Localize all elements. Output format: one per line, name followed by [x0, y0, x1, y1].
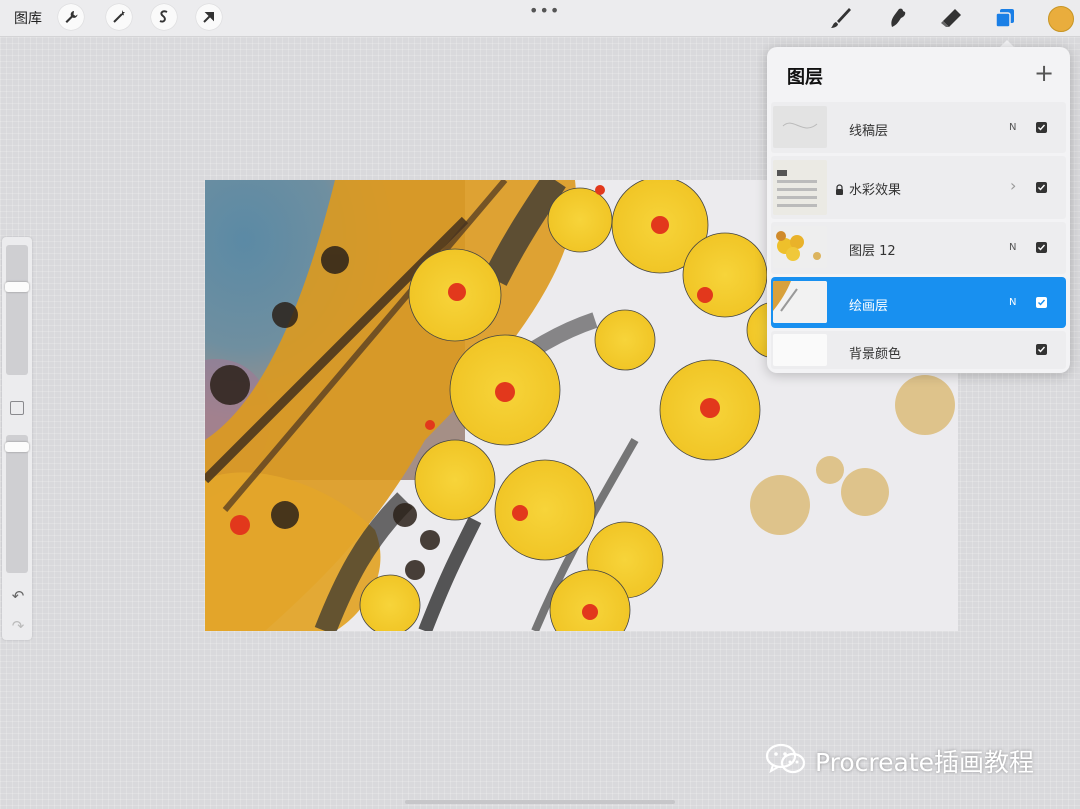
blend-mode-label[interactable]: N [1009, 242, 1016, 253]
layer-thumbnail [773, 160, 827, 215]
layer-group-row[interactable]: 水彩效果 › [771, 156, 1066, 219]
transform-arrow-icon[interactable] [196, 4, 222, 30]
visibility-checkbox[interactable] [1036, 297, 1047, 308]
brush-size-slider[interactable] [6, 245, 28, 375]
brush-size-thumb[interactable] [5, 282, 29, 292]
layers-icon[interactable] [992, 5, 1018, 31]
visibility-checkbox[interactable] [1036, 242, 1047, 253]
selection-s-icon[interactable] [151, 4, 177, 30]
redo-icon[interactable]: ↷ [8, 617, 28, 635]
wechat-icon [765, 742, 807, 780]
blend-mode-label[interactable]: N [1009, 297, 1016, 308]
eraser-icon[interactable] [938, 5, 964, 31]
layer-row[interactable]: 线稿层 N [771, 102, 1066, 153]
panel-title: 图层 [787, 67, 823, 88]
blend-mode-label[interactable]: N [1009, 122, 1016, 133]
watermark: Procreate插画教程 [765, 742, 1035, 780]
layer-thumbnail [773, 106, 827, 148]
undo-icon[interactable]: ↶ [8, 587, 28, 605]
add-layer-button[interactable]: + [1031, 61, 1057, 85]
layer-thumbnail [773, 334, 827, 366]
top-toolbar: 图库 ••• [0, 0, 1080, 37]
wrench-icon[interactable] [58, 4, 84, 30]
layer-row-active[interactable]: 绘画层 N [771, 277, 1066, 328]
layer-row-background[interactable]: 背景颜色 [771, 331, 1066, 369]
visibility-checkbox[interactable] [1036, 182, 1047, 193]
home-indicator [405, 800, 675, 804]
brush-icon[interactable] [828, 5, 854, 31]
layer-thumbnail [773, 226, 827, 268]
layer-row[interactable]: 图层 12 N [771, 222, 1066, 274]
opacity-thumb[interactable] [5, 442, 29, 452]
left-sidebar: ↶ ↷ [2, 237, 32, 640]
lock-icon [835, 180, 844, 199]
smudge-icon[interactable] [884, 5, 910, 31]
layers-panel: 图层 + 线稿层 N 水彩效果 › 图层 12 N 绘画层 N 背景颜色 [767, 47, 1070, 373]
modify-button[interactable] [10, 401, 24, 415]
layer-name: 线稿层 [849, 124, 889, 139]
opacity-slider[interactable] [6, 435, 28, 573]
visibility-checkbox[interactable] [1036, 122, 1047, 133]
more-options[interactable]: ••• [529, 1, 560, 20]
layer-name: 绘画层 [849, 299, 889, 314]
layer-thumbnail [773, 281, 827, 323]
watermark-text: Procreate插画教程 [815, 748, 1035, 777]
layer-name: 背景颜色 [849, 347, 902, 362]
magic-wand-icon[interactable] [106, 4, 132, 30]
layer-name: 图层 12 [849, 244, 896, 259]
visibility-checkbox[interactable] [1036, 344, 1047, 355]
color-picker-button[interactable] [1048, 6, 1074, 32]
chevron-right-icon[interactable]: › [1010, 176, 1016, 195]
gallery-button[interactable]: 图库 [14, 8, 42, 28]
layer-name: 水彩效果 [849, 183, 902, 198]
